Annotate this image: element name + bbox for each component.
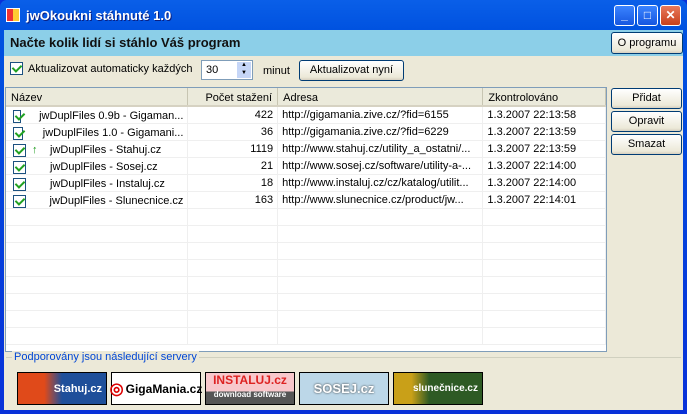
row-checkbox[interactable] xyxy=(13,109,21,123)
interval-value: 30 xyxy=(206,64,219,76)
cell-count: 18 xyxy=(188,175,279,191)
header-text: Načte kolik lidí si stáhlo Váš program xyxy=(10,35,241,50)
column-header-checked[interactable]: Zkontrolováno xyxy=(483,88,606,105)
delete-button[interactable]: Smazat xyxy=(611,134,682,155)
server-table[interactable]: Název Počet stažení Adresa Zkontrolováno… xyxy=(5,87,607,352)
edit-button[interactable]: Opravit xyxy=(611,111,682,132)
interval-stepper[interactable]: 30 ▲ ▼ xyxy=(201,60,253,80)
client-area: Načte kolik lidí si stáhlo Váš program O… xyxy=(4,30,683,410)
table-row[interactable]: jwDuplFiles - Instaluj.cz 18 http://www.in… xyxy=(6,175,606,192)
row-checkbox[interactable] xyxy=(13,194,26,208)
about-button[interactable]: O programu xyxy=(611,32,683,54)
table-row[interactable]: jwDuplFiles 1.0 - Gigamani... 36 http://gi… xyxy=(6,124,606,141)
cell-name: jwDuplFiles 1.0 - Gigamani... xyxy=(6,124,189,140)
table-row[interactable]: jwDuplFiles - Sosej.cz 21 http://www.sosej… xyxy=(6,158,606,175)
table-row[interactable]: jwDuplFiles 0.9b - Gigaman... 422 http://g… xyxy=(6,107,606,124)
column-header-url[interactable]: Adresa xyxy=(278,88,484,105)
add-button[interactable]: Přidat xyxy=(611,88,682,109)
cell-checked: 1.3.2007 22:13:59 xyxy=(483,124,606,140)
empty-row xyxy=(6,277,606,294)
close-button[interactable]: ✕ xyxy=(660,5,681,26)
checkbox-icon xyxy=(10,62,23,75)
cell-name: jwDuplFiles - Sosej.cz xyxy=(6,158,189,174)
unit-label: minut xyxy=(263,65,290,77)
row-checkbox[interactable] xyxy=(13,143,26,157)
row-checkbox[interactable] xyxy=(13,177,26,191)
cell-name: jwDuplFiles 0.9b - Gigaman... xyxy=(6,107,189,123)
row-checkbox[interactable] xyxy=(13,160,26,174)
column-header-count[interactable]: Počet stažení xyxy=(188,88,279,105)
logo-gigamania[interactable]: ◎ GigaMania.cz xyxy=(110,372,202,405)
logo-sosej[interactable]: SOSEJ.cz xyxy=(299,372,389,405)
cell-checked: 1.3.2007 22:13:59 xyxy=(483,141,606,157)
table-row[interactable]: jwDuplFiles - Slunecnice.cz 163 http://www… xyxy=(6,192,606,209)
up-arrow-icon: ↑ xyxy=(32,144,38,156)
stepper-up-icon[interactable]: ▲ xyxy=(237,62,251,70)
cell-checked: 1.3.2007 22:14:01 xyxy=(483,192,606,208)
app-icon xyxy=(6,8,20,22)
cell-checked: 1.3.2007 22:14:00 xyxy=(483,158,606,174)
auto-update-checkbox[interactable]: Aktualizovat automaticky každých xyxy=(10,62,192,75)
cell-count: 163 xyxy=(188,192,279,208)
cell-name: ↑ jwDuplFiles - Stahuj.cz xyxy=(6,141,189,157)
empty-row xyxy=(6,294,606,311)
logo-slunecnice[interactable]: slunečnice.cz xyxy=(393,372,483,405)
empty-row xyxy=(6,226,606,243)
cell-count: 1119 xyxy=(188,141,279,157)
header-band: Načte kolik lidí si stáhlo Váš program xyxy=(4,30,683,56)
cell-count: 21 xyxy=(188,158,279,174)
empty-row xyxy=(6,209,606,226)
maximize-button[interactable]: □ xyxy=(637,5,658,26)
minimize-button[interactable]: _ xyxy=(614,5,635,26)
cell-url: http://www.sosej.cz/software/utility-a-.… xyxy=(278,158,484,174)
window-title: jwOkoukni stáhnuté 1.0 xyxy=(26,7,172,23)
update-now-button[interactable]: Aktualizovat nyní xyxy=(299,60,404,81)
cell-count: 36 xyxy=(188,124,279,140)
cell-name: jwDuplFiles - Instaluj.cz xyxy=(6,175,189,191)
empty-row xyxy=(6,311,606,328)
table-row[interactable]: ↑ jwDuplFiles - Stahuj.cz 1119 http://www.s… xyxy=(6,141,606,158)
row-checkbox[interactable] xyxy=(13,126,23,140)
cell-checked: 1.3.2007 22:13:58 xyxy=(483,107,606,123)
cell-url: http://www.instaluj.cz/cz/katalog/utilit… xyxy=(278,175,484,191)
cell-url: http://www.slunecnice.cz/product/jw... xyxy=(278,192,484,208)
logo-stahuj[interactable]: Stahuj.cz xyxy=(17,372,107,405)
cell-url: http://www.stahuj.cz/utility_a_ostatni/.… xyxy=(278,141,484,157)
logo-instaluj[interactable]: INSTALUJ.cz download software xyxy=(205,372,295,405)
cell-url: http://gigamania.zive.cz/?fid=6229 xyxy=(278,124,484,140)
cell-count: 422 xyxy=(188,107,279,123)
empty-row xyxy=(6,260,606,277)
column-header-name[interactable]: Název xyxy=(6,88,189,105)
auto-update-label: Aktualizovat automaticky každých xyxy=(28,62,193,75)
cell-checked: 1.3.2007 22:14:00 xyxy=(483,175,606,191)
table-header: Název Počet stažení Adresa Zkontrolováno xyxy=(6,88,606,107)
empty-row xyxy=(6,243,606,260)
empty-row xyxy=(6,328,606,345)
servers-label: Podporovány jsou následující servery xyxy=(12,351,199,363)
cell-name: jwDuplFiles - Slunecnice.cz xyxy=(6,192,189,208)
stepper-down-icon[interactable]: ▼ xyxy=(237,70,251,78)
app-window: jwOkoukni stáhnuté 1.0 _ □ ✕ Načte kolik… xyxy=(0,0,687,414)
servers-group: Podporovány jsou následující servery Sta… xyxy=(6,351,681,409)
title-bar: jwOkoukni stáhnuté 1.0 xyxy=(6,0,171,30)
cell-url: http://gigamania.zive.cz/?fid=6155 xyxy=(278,107,484,123)
